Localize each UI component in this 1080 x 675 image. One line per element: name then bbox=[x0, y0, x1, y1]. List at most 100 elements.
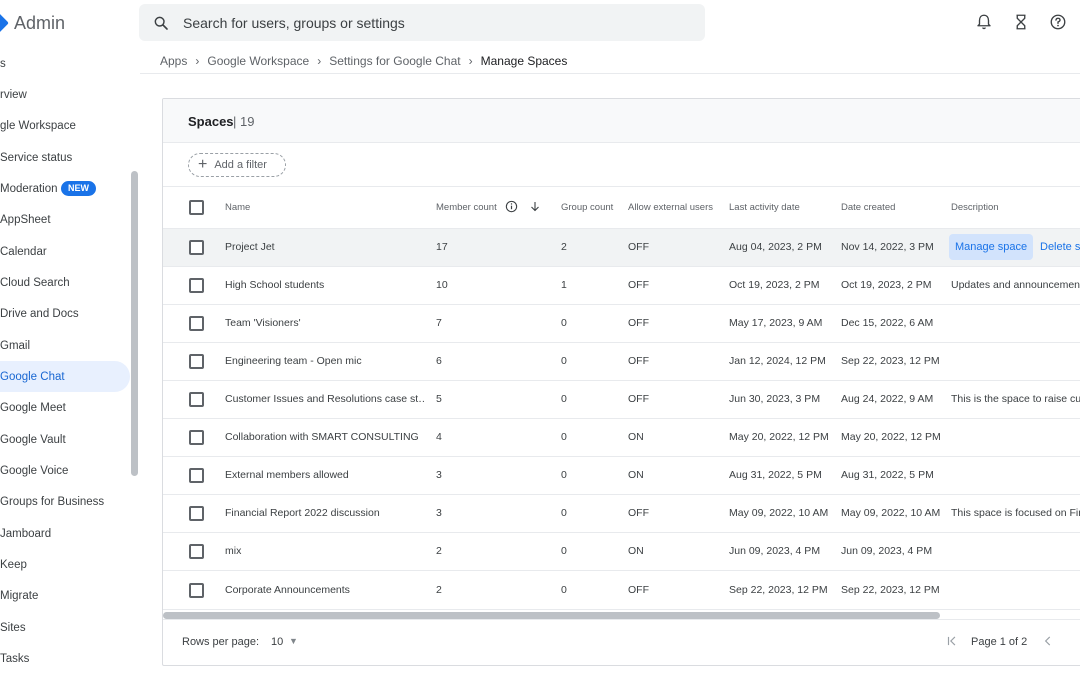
sidebar-item-sites[interactable]: Sites bbox=[0, 612, 130, 643]
sidebar-item-overview[interactable]: rview bbox=[0, 79, 130, 110]
last-activity: Oct 19, 2023, 2 PM bbox=[729, 279, 820, 291]
last-activity: Aug 04, 2023, 2 PM bbox=[729, 241, 822, 253]
group-count: 1 bbox=[561, 279, 567, 291]
col-allow-external[interactable]: Allow external users bbox=[628, 202, 713, 213]
row-checkbox[interactable] bbox=[189, 430, 204, 445]
spaces-panel: Spaces | 19 + Add a filter Name Member c… bbox=[162, 98, 1080, 666]
sidebar-item-cloud-search[interactable]: Cloud Search bbox=[0, 267, 130, 298]
hourglass-icon[interactable] bbox=[1012, 13, 1030, 31]
sidebar-item-groups-for-business[interactable]: Groups for Business bbox=[0, 486, 130, 517]
sidebar-item-label: Migrate bbox=[0, 589, 39, 602]
manage-space-button[interactable]: Manage space bbox=[949, 234, 1034, 260]
row-checkbox[interactable] bbox=[189, 468, 204, 483]
table-row[interactable]: Collaboration with SMART CONSULTING 4 0 … bbox=[163, 419, 1080, 457]
date-created: May 09, 2022, 10 AM bbox=[841, 507, 941, 519]
sidebar-scrollbar[interactable] bbox=[131, 171, 138, 476]
sidebar-item-label: Service status bbox=[0, 151, 73, 164]
description: Updates and announcements bbox=[951, 279, 1080, 291]
sidebar-item-google-voice[interactable]: Google Voice bbox=[0, 455, 130, 486]
sidebar-item-drive-and-docs[interactable]: Drive and Docs bbox=[0, 298, 130, 329]
table-row[interactable]: Team 'Visioners' 7 0 OFF May 17, 2023, 9… bbox=[163, 305, 1080, 343]
breadcrumb-google-workspace[interactable]: Google Workspace bbox=[207, 54, 309, 68]
table-row[interactable]: mix 2 0 ON Jun 09, 2023, 4 PM Jun 09, 20… bbox=[163, 533, 1080, 571]
sidebar-item-service-status[interactable]: Service status bbox=[0, 142, 130, 173]
sidebar-item-migrate[interactable]: Migrate bbox=[0, 580, 130, 611]
sidebar-item-keep[interactable]: Keep bbox=[0, 549, 130, 580]
bell-icon[interactable] bbox=[975, 13, 993, 31]
space-name[interactable]: mix bbox=[225, 545, 420, 557]
group-count: 0 bbox=[561, 469, 567, 481]
space-name[interactable]: Project Jet bbox=[225, 241, 420, 253]
row-checkbox[interactable] bbox=[189, 354, 204, 369]
add-filter-button[interactable]: + Add a filter bbox=[188, 153, 286, 177]
col-description[interactable]: Description bbox=[951, 202, 999, 213]
admin-logo-icon bbox=[0, 13, 9, 33]
row-checkbox[interactable] bbox=[189, 583, 204, 598]
member-count: 2 bbox=[436, 584, 442, 596]
row-checkbox[interactable] bbox=[189, 316, 204, 331]
sidebar-item-google-vault[interactable]: Google Vault bbox=[0, 424, 130, 455]
sidebar-item-apps[interactable]: s bbox=[0, 48, 130, 79]
table-row[interactable]: Corporate Announcements 2 0 OFF Sep 22, … bbox=[163, 572, 1080, 610]
sidebar-item-google-meet[interactable]: Google Meet bbox=[0, 392, 130, 423]
row-checkbox[interactable] bbox=[189, 392, 204, 407]
sidebar-item-label: Drive and Docs bbox=[0, 307, 79, 320]
search-bar[interactable]: Search for users, groups or settings bbox=[139, 4, 705, 41]
row-checkbox[interactable] bbox=[189, 506, 204, 521]
info-icon[interactable] bbox=[505, 200, 518, 213]
space-name[interactable]: Corporate Announcements bbox=[225, 584, 420, 596]
sidebar-item-label: Groups for Business bbox=[0, 495, 105, 508]
select-all-checkbox[interactable] bbox=[189, 200, 204, 215]
space-name[interactable]: High School students bbox=[225, 279, 420, 291]
member-count: 3 bbox=[436, 469, 442, 481]
table-row[interactable]: Customer Issues and Resolutions case st…… bbox=[163, 381, 1080, 419]
breadcrumb: Apps › Google Workspace › Settings for G… bbox=[160, 54, 567, 68]
horizontal-scrollbar[interactable] bbox=[163, 612, 940, 619]
space-name[interactable]: Collaboration with SMART CONSULTING bbox=[225, 431, 430, 443]
sidebar-item-google-chat[interactable]: Google Chat bbox=[0, 361, 130, 392]
breadcrumb-chat-settings[interactable]: Settings for Google Chat bbox=[329, 54, 460, 68]
sort-down-icon[interactable] bbox=[529, 200, 541, 213]
space-name[interactable]: External members allowed bbox=[225, 469, 420, 481]
rows-per-page-select[interactable]: 10 bbox=[271, 636, 283, 648]
sidebar-item-appsheet[interactable]: AppSheet bbox=[0, 204, 130, 235]
row-checkbox[interactable] bbox=[189, 278, 204, 293]
row-checkbox[interactable] bbox=[189, 544, 204, 559]
col-member-count[interactable]: Member count bbox=[436, 202, 497, 213]
external-status: OFF bbox=[628, 584, 649, 596]
space-name[interactable]: Team 'Visioners' bbox=[225, 317, 420, 329]
space-name[interactable]: Financial Report 2022 discussion bbox=[225, 507, 420, 519]
sidebar-item-google-workspace[interactable]: gle Workspace bbox=[0, 110, 130, 141]
date-created: Aug 31, 2022, 5 PM bbox=[841, 469, 934, 481]
space-name[interactable]: Customer Issues and Resolutions case st… bbox=[225, 393, 425, 405]
external-status: ON bbox=[628, 545, 644, 557]
spaces-count: | 19 bbox=[233, 114, 255, 129]
table-row[interactable]: High School students 10 1 OFF Oct 19, 20… bbox=[163, 267, 1080, 305]
table-row[interactable]: Financial Report 2022 discussion 3 0 OFF… bbox=[163, 495, 1080, 533]
caret-down-icon[interactable]: ▼ bbox=[289, 636, 298, 646]
table-row[interactable]: Project Jet 17 2 OFF Aug 04, 2023, 2 PM … bbox=[163, 229, 1080, 267]
col-group-count[interactable]: Group count bbox=[561, 202, 613, 213]
help-icon[interactable] bbox=[1049, 13, 1067, 31]
col-date-created[interactable]: Date created bbox=[841, 202, 895, 213]
sidebar-item-moderation[interactable]: Moderation NEW bbox=[0, 173, 130, 204]
breadcrumb-apps[interactable]: Apps bbox=[160, 54, 187, 68]
table-row[interactable]: External members allowed 3 0 ON Aug 31, … bbox=[163, 457, 1080, 495]
table-row[interactable]: Engineering team - Open mic 6 0 OFF Jan … bbox=[163, 343, 1080, 381]
sidebar-item-label: AppSheet bbox=[0, 213, 51, 226]
member-count: 17 bbox=[436, 241, 448, 253]
sidebar-item-tasks[interactable]: Tasks bbox=[0, 643, 130, 674]
previous-page-icon[interactable] bbox=[1041, 634, 1055, 648]
sidebar-item-jamboard[interactable]: Jamboard bbox=[0, 518, 130, 549]
first-page-icon[interactable] bbox=[945, 634, 959, 648]
admin-logo[interactable]: Admin bbox=[0, 12, 65, 34]
sidebar-item-calendar[interactable]: Calendar bbox=[0, 236, 130, 267]
sidebar-item-gmail[interactable]: Gmail bbox=[0, 330, 130, 361]
description: This is the space to raise cus bbox=[951, 393, 1080, 405]
space-name[interactable]: Engineering team - Open mic bbox=[225, 355, 420, 367]
row-checkbox[interactable] bbox=[189, 240, 204, 255]
search-input[interactable]: Search for users, groups or settings bbox=[183, 15, 405, 31]
col-last-activity[interactable]: Last activity date bbox=[729, 202, 800, 213]
col-name[interactable]: Name bbox=[225, 202, 250, 213]
delete-space-button[interactable]: Delete s bbox=[1034, 234, 1080, 260]
